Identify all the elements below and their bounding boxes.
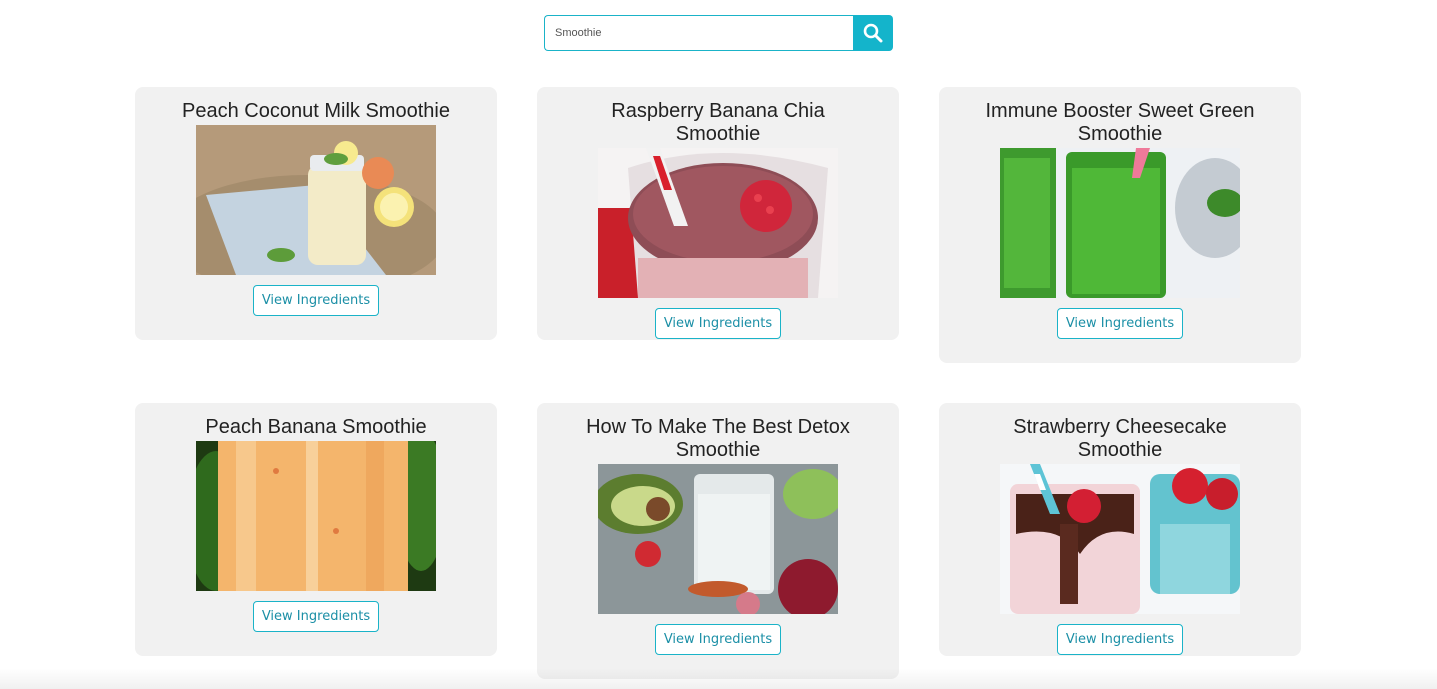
view-ingredients-button[interactable]: View Ingredients	[655, 308, 781, 339]
recipe-card: Raspberry Banana Chia Smoothie View Ingr…	[537, 87, 899, 340]
recipe-card: Peach Banana Smoothie View Ingredients	[135, 403, 497, 656]
recipe-title: Peach Banana Smoothie	[205, 416, 427, 438]
view-ingredients-button[interactable]: View Ingredients	[655, 624, 781, 655]
recipe-title: Peach Coconut Milk Smoothie	[182, 100, 450, 122]
recipe-image[interactable]	[196, 441, 436, 591]
recipe-card: Strawberry Cheesecake Smoothie View Ingr…	[939, 403, 1301, 656]
recipe-card: Immune Booster Sweet Green Smoothie View…	[939, 87, 1301, 363]
recipe-title: Strawberry Cheesecake Smoothie	[1013, 416, 1227, 461]
recipe-card: How To Make The Best Detox Smoothie View…	[537, 403, 899, 679]
view-ingredients-button[interactable]: View Ingredients	[253, 285, 379, 316]
recipe-title: How To Make The Best Detox Smoothie	[586, 416, 850, 461]
search-input[interactable]	[544, 15, 854, 51]
recipe-image[interactable]	[598, 464, 838, 614]
view-ingredients-button[interactable]: View Ingredients	[253, 601, 379, 632]
view-ingredients-button[interactable]: View Ingredients	[1057, 308, 1183, 339]
search-icon	[863, 23, 883, 43]
view-ingredients-button[interactable]: View Ingredients	[1057, 624, 1183, 655]
recipe-image[interactable]	[196, 125, 436, 275]
recipe-title: Immune Booster Sweet Green Smoothie	[985, 100, 1255, 145]
recipe-image[interactable]	[1000, 148, 1240, 298]
recipe-image[interactable]	[598, 148, 838, 298]
recipe-title: Raspberry Banana Chia Smoothie	[611, 100, 825, 145]
recipe-image[interactable]	[1000, 464, 1240, 614]
search-bar	[544, 15, 893, 51]
search-button[interactable]	[853, 15, 893, 51]
recipe-card: Peach Coconut Milk Smoothie View Ingredi…	[135, 87, 497, 340]
bottom-fade	[0, 668, 1437, 689]
